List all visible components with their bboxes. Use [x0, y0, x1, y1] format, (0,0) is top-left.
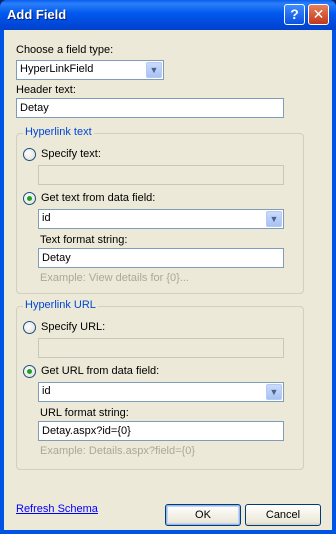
chevron-down-icon[interactable]: ▼ — [266, 384, 282, 400]
field-type-label: Choose a field type: — [16, 44, 114, 56]
header-text-input[interactable]: Detay — [16, 98, 284, 118]
text-data-field-value: id — [42, 212, 51, 224]
hyperlink-text-legend: Hyperlink text — [23, 126, 94, 138]
url-from-field-label[interactable]: Get URL from data field: — [41, 365, 159, 377]
title-bar[interactable]: Add Field ? ✕ — [0, 0, 336, 30]
refresh-schema-link[interactable]: Refresh Schema — [16, 503, 98, 515]
chevron-down-icon[interactable]: ▼ — [266, 211, 282, 227]
ok-button[interactable]: OK — [165, 504, 241, 526]
text-from-field-radio[interactable] — [23, 192, 36, 205]
specify-url-label[interactable]: Specify URL: — [41, 321, 105, 333]
close-icon: ✕ — [312, 6, 325, 22]
close-button[interactable]: ✕ — [308, 4, 329, 25]
text-format-label: Text format string: — [40, 234, 128, 246]
url-from-field-radio[interactable] — [23, 365, 36, 378]
url-data-field-value: id — [42, 385, 51, 397]
specify-text-label[interactable]: Specify text: — [41, 148, 101, 160]
cancel-button[interactable]: Cancel — [245, 504, 321, 526]
text-from-field-label[interactable]: Get text from data field: — [41, 192, 155, 204]
header-text-label: Header text: — [16, 84, 76, 96]
url-format-label: URL format string: — [40, 407, 129, 419]
specify-url-radio[interactable] — [23, 321, 36, 334]
text-data-field-select[interactable]: id ▼ — [38, 209, 284, 229]
text-format-input[interactable]: Detay — [38, 248, 284, 268]
help-icon: ? — [290, 6, 299, 22]
field-type-value: HyperLinkField — [20, 63, 94, 75]
url-format-input[interactable]: Detay.aspx?id={0} — [38, 421, 284, 441]
specify-text-radio[interactable] — [23, 148, 36, 161]
url-data-field-select[interactable]: id ▼ — [38, 382, 284, 402]
dialog-body: Choose a field type: HyperLinkField ▼ He… — [4, 30, 332, 530]
help-button[interactable]: ? — [284, 4, 305, 25]
specify-text-input[interactable] — [38, 165, 284, 185]
field-type-select[interactable]: HyperLinkField ▼ — [16, 60, 164, 80]
hyperlink-url-legend: Hyperlink URL — [23, 299, 98, 311]
url-format-example: Example: Details.aspx?field={0} — [40, 445, 196, 457]
chevron-down-icon[interactable]: ▼ — [146, 62, 162, 78]
text-format-example: Example: View details for {0}... — [40, 272, 189, 284]
add-field-dialog: Add Field ? ✕ Choose a field type: Hyper… — [0, 0, 336, 534]
specify-url-input[interactable] — [38, 338, 284, 358]
window-title: Add Field — [7, 7, 67, 22]
